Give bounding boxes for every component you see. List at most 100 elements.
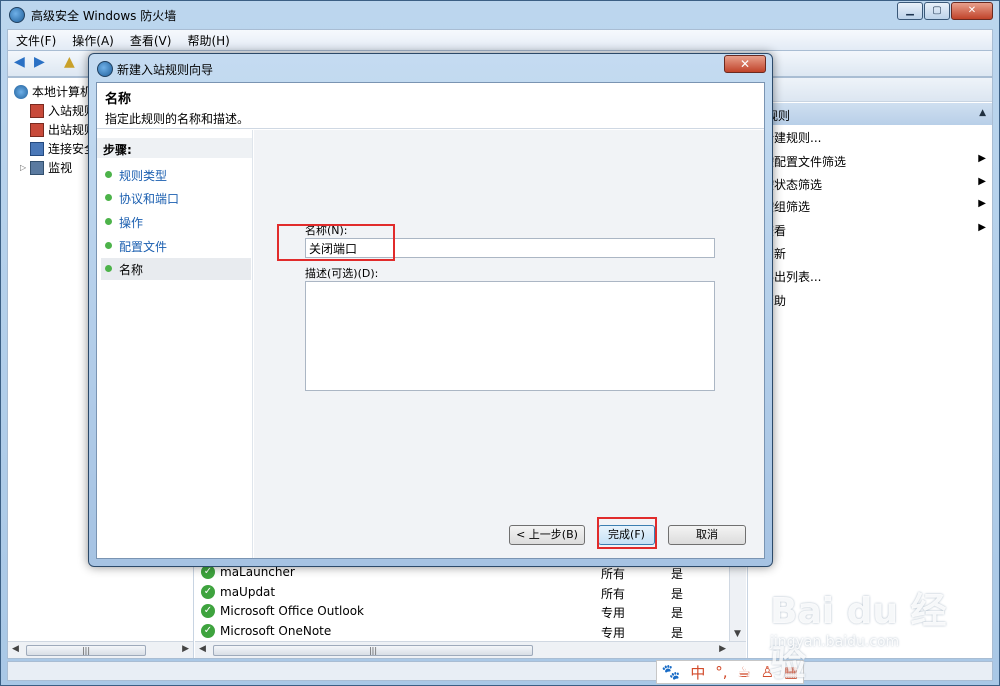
folder-up-icon[interactable]: ▲	[64, 55, 82, 71]
rule-profile: 所有	[601, 587, 626, 601]
step-dot-icon	[105, 242, 112, 249]
rules-horizontal-scrollbar[interactable]: ◀ ||| ▶	[195, 641, 746, 658]
step-action[interactable]: 操作	[101, 211, 251, 233]
step-protocol-ports[interactable]: 协议和端口	[101, 187, 251, 209]
tree-item-connection[interactable]: 连接安全	[30, 140, 96, 157]
rule-name: Microsoft OneNote	[220, 624, 332, 638]
tree-item-inbound[interactable]: 入站规则	[30, 102, 96, 119]
connection-security-icon	[30, 141, 44, 156]
scroll-right-icon[interactable]: ▶	[719, 644, 726, 654]
menu-help[interactable]: 帮助(H)	[179, 32, 237, 49]
expand-arrow-icon[interactable]: ▷	[20, 163, 26, 172]
dialog-header: 名称 指定此规则的名称和描述。	[97, 83, 764, 129]
title-bar: 高级安全 Windows 防火墙 ▁ ▢ ✕	[1, 1, 999, 29]
paw-icon[interactable]: 🐾	[662, 663, 681, 681]
step-rule-type[interactable]: 规则类型	[101, 164, 251, 186]
steps-title: 步骤:	[97, 138, 252, 158]
rule-enabled: 是	[671, 626, 684, 640]
scroll-left-icon[interactable]: ◀	[12, 644, 19, 654]
step-label: 操作	[119, 216, 144, 230]
action-view[interactable]: 查看 ▶	[762, 222, 986, 239]
action-help[interactable]: 帮助	[762, 292, 986, 309]
forward-arrow-icon[interactable]: ▶	[34, 55, 52, 71]
watermark-url: jingyan.baidu.com	[770, 634, 900, 650]
rule-name: maLauncher	[220, 565, 295, 579]
enabled-check-icon: ✓	[201, 585, 215, 599]
step-name[interactable]: 名称	[101, 258, 251, 280]
submenu-arrow-icon: ▶	[978, 222, 986, 233]
baidu-watermark: Bai du 经验 jingyan.baidu.com	[770, 582, 970, 684]
step-dot-icon	[105, 265, 112, 272]
name-highlight-box	[277, 224, 395, 261]
menu-action[interactable]: 操作(A)	[64, 32, 122, 49]
step-label: 协议和端口	[119, 192, 180, 206]
scroll-down-icon[interactable]: ▼	[734, 629, 741, 639]
tree-item-monitor[interactable]: ▷ 监视	[20, 159, 72, 176]
action-new-rule[interactable]: 新建规则...	[762, 129, 986, 146]
actions-pane: 作 站规则 ▲ 新建规则... 按配置文件筛选 ▶ 按状态筛选▶ 按组筛选▶ 查看…	[747, 78, 992, 658]
rule-profile: 专用	[601, 606, 626, 620]
ime-language-toggle[interactable]: 中	[690, 662, 705, 683]
scroll-thumb[interactable]: |||	[213, 645, 533, 656]
tree-item-outbound[interactable]: 出站规则	[30, 121, 96, 138]
enabled-check-icon: ✓	[201, 624, 215, 638]
menu-view[interactable]: 查看(V)	[122, 32, 180, 49]
menu-file[interactable]: 文件(F)	[8, 32, 64, 49]
action-filter-profile[interactable]: 按配置文件筛选 ▶	[762, 153, 986, 170]
scroll-left-icon[interactable]: ◀	[199, 644, 206, 654]
rule-profile: 专用	[601, 626, 626, 640]
step-label: 配置文件	[119, 240, 168, 254]
step-label: 规则类型	[119, 169, 168, 183]
cancel-button[interactable]: 取消	[668, 525, 746, 545]
minimize-button[interactable]: ▁	[897, 2, 923, 20]
action-filter-state[interactable]: 按状态筛选 ▶	[762, 176, 986, 193]
dialog-close-button[interactable]: ✕	[724, 55, 766, 73]
step-profile[interactable]: 配置文件	[101, 235, 251, 257]
tree-label-root: 本地计算机	[32, 85, 93, 99]
punctuation-toggle[interactable]: °,	[715, 663, 727, 681]
outbound-rules-icon	[30, 122, 44, 137]
submenu-arrow-icon: ▶	[978, 153, 986, 164]
action-filter-group[interactable]: 按组筛选 ▶	[762, 198, 986, 215]
back-button[interactable]: < 上一步(B)	[509, 525, 585, 545]
actions-header: 作	[748, 78, 992, 102]
wizard-form: 名称(N): 描述(可选)(D): < 上一步(B) 完成(F) 取消	[254, 130, 764, 558]
scroll-right-icon[interactable]: ▶	[182, 644, 189, 654]
rule-enabled: 是	[671, 587, 684, 601]
table-row[interactable]: ✓ maUpdat 所有 是 允	[201, 583, 741, 603]
finish-highlight-box	[597, 517, 657, 549]
left-horizontal-scrollbar[interactable]: ◀ ||| ▶	[8, 641, 193, 658]
step-label: 名称	[119, 263, 144, 277]
maximize-button[interactable]: ▢	[924, 2, 950, 20]
action-refresh[interactable]: 刷新	[762, 245, 986, 262]
rule-name: maUpdat	[220, 585, 276, 599]
tree-item-root[interactable]: 本地计算机	[14, 83, 92, 100]
action-export[interactable]: 导出列表...	[762, 268, 986, 285]
table-row[interactable]: ✓ Microsoft OneNote 专用 是 允	[201, 622, 741, 642]
page-subtitle: 指定此规则的名称和描述。	[105, 112, 250, 126]
back-arrow-icon[interactable]: ◀	[14, 55, 32, 71]
step-dot-icon	[105, 171, 112, 178]
menu-bar: 文件(F) 操作(A) 查看(V) 帮助(H)	[7, 29, 993, 51]
step-dot-icon	[105, 218, 112, 225]
inbound-rules-icon	[30, 103, 44, 118]
rule-enabled: 是	[671, 606, 684, 620]
cup-icon[interactable]: ☕	[737, 663, 750, 681]
enabled-check-icon: ✓	[201, 565, 215, 579]
scroll-thumb[interactable]: |||	[26, 645, 146, 656]
submenu-arrow-icon: ▶	[978, 198, 986, 209]
page-title: 名称	[105, 92, 132, 107]
rule-profile: 所有	[601, 567, 626, 581]
table-row[interactable]: ✓ Microsoft Office Outlook 专用 是 允	[201, 602, 741, 622]
description-field[interactable]	[305, 281, 715, 391]
rule-enabled: 是	[671, 567, 684, 581]
action-label: 按配置文件筛选	[762, 155, 847, 169]
window-controls: ▁ ▢ ✕	[896, 2, 993, 20]
wizard-steps: 步骤: 规则类型 协议和端口 操作 配置文件 名称	[97, 130, 253, 558]
actions-section-inbound[interactable]: 站规则 ▲	[748, 103, 992, 125]
enabled-check-icon: ✓	[201, 604, 215, 618]
collapse-icon[interactable]: ▲	[979, 108, 986, 118]
dialog-body: 名称 指定此规则的名称和描述。 步骤: 规则类型 协议和端口 操作 配置文件 名…	[96, 82, 765, 559]
close-button[interactable]: ✕	[951, 2, 993, 20]
submenu-arrow-icon: ▶	[978, 176, 986, 187]
